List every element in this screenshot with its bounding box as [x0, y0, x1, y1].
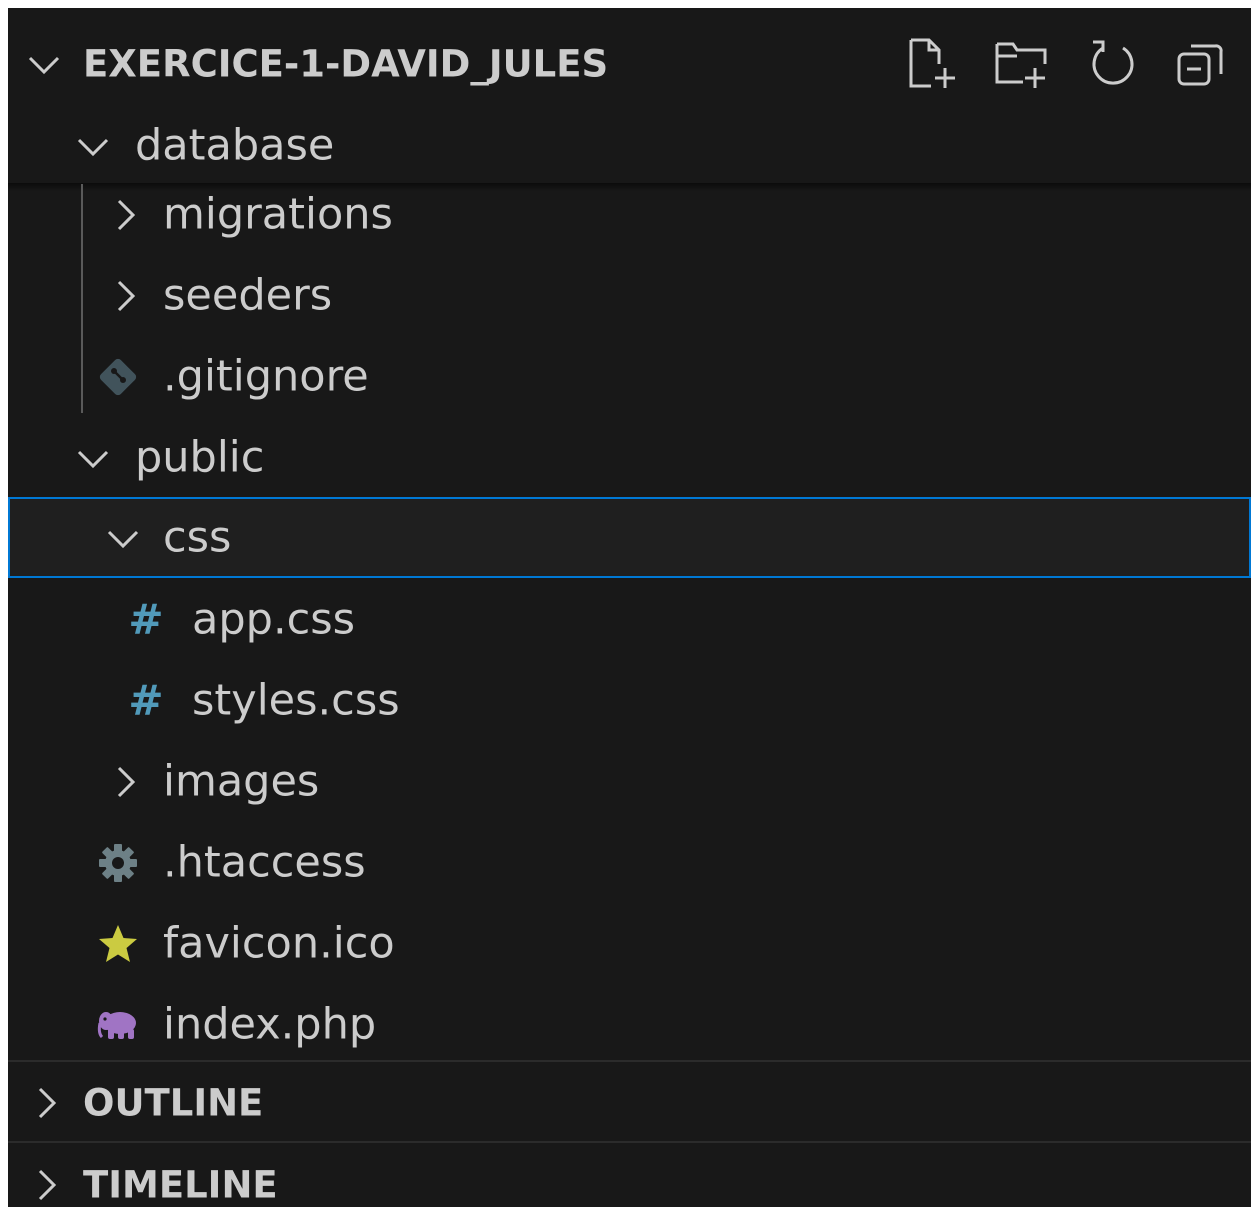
tree-file-htaccess[interactable]: .htaccess	[8, 822, 1251, 903]
explorer-panel: EXERCICE-1-DAVID_JULES database migratio…	[8, 8, 1251, 1207]
tree-file-favicon[interactable]: favicon.ico	[8, 903, 1251, 984]
css-hash-glyph: #	[128, 676, 164, 725]
chevron-down-icon	[73, 126, 113, 166]
tree-item-label: index.php	[163, 999, 377, 1049]
tree-file-app-css[interactable]: # app.css	[8, 579, 1251, 660]
tree-item-label: public	[135, 432, 265, 482]
tree-folder-seeders[interactable]: seeders	[8, 255, 1251, 336]
timeline-section-header[interactable]: TIMELINE	[8, 1144, 1251, 1207]
collapse-all-icon[interactable]	[1173, 36, 1229, 92]
chevron-right-icon	[26, 1083, 66, 1123]
php-elephant-icon	[96, 1003, 140, 1047]
tree-item-label: .gitignore	[163, 351, 369, 401]
explorer-title: EXERCICE-1-DAVID_JULES	[83, 42, 609, 85]
tree-item-label: app.css	[192, 594, 356, 644]
chevron-right-icon	[26, 1165, 66, 1205]
css-hash-glyph: #	[128, 595, 164, 644]
tree-item-label: favicon.ico	[163, 918, 395, 968]
tree-item-label: images	[163, 756, 320, 806]
tree-folder-migrations[interactable]: migrations	[8, 174, 1251, 255]
tree-item-label: migrations	[163, 189, 393, 239]
tree-file-styles-css[interactable]: # styles.css	[8, 660, 1251, 741]
new-folder-icon[interactable]	[993, 36, 1049, 92]
timeline-title: TIMELINE	[83, 1163, 278, 1206]
chevron-down-icon	[103, 518, 143, 558]
chevron-down-icon	[73, 438, 113, 478]
tree-item-label: styles.css	[192, 675, 400, 725]
tree-item-label: css	[163, 512, 232, 562]
new-file-icon[interactable]	[903, 36, 959, 92]
star-icon	[96, 922, 140, 966]
git-icon	[96, 355, 140, 399]
tree-file-index-php[interactable]: index.php	[8, 984, 1251, 1065]
css-file-icon: #	[124, 676, 168, 725]
section-divider	[8, 1141, 1251, 1143]
gear-icon	[96, 841, 140, 885]
chevron-right-icon	[105, 195, 145, 235]
chevron-down-icon[interactable]	[24, 44, 64, 84]
explorer-header[interactable]: EXERCICE-1-DAVID_JULES	[8, 23, 1251, 104]
tree-folder-css[interactable]: css	[8, 497, 1251, 578]
outline-section-header[interactable]: OUTLINE	[8, 1062, 1251, 1143]
chevron-right-icon	[105, 762, 145, 802]
chevron-right-icon	[105, 276, 145, 316]
tree-item-label: database	[135, 120, 335, 170]
outline-title: OUTLINE	[83, 1081, 264, 1124]
explorer-actions	[903, 36, 1229, 92]
refresh-icon[interactable]	[1083, 36, 1139, 92]
css-file-icon: #	[124, 595, 168, 644]
tree-folder-public[interactable]: public	[8, 417, 1251, 498]
tree-file-gitignore[interactable]: .gitignore	[8, 336, 1251, 417]
tree-item-label: .htaccess	[163, 837, 366, 887]
tree-folder-images[interactable]: images	[8, 741, 1251, 822]
tree-item-label: seeders	[163, 270, 333, 320]
